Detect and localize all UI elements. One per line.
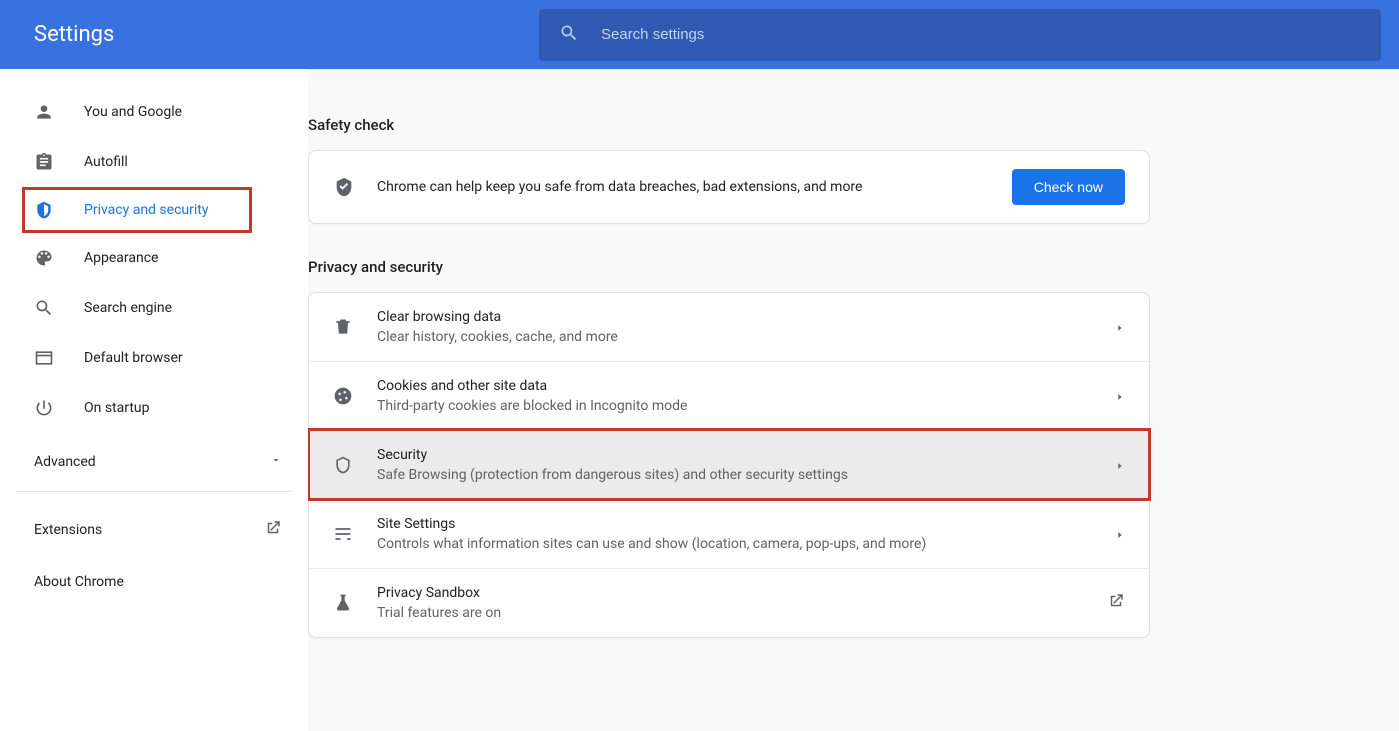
- row-site-settings[interactable]: Site Settings Controls what information …: [309, 499, 1149, 568]
- about-label: About Chrome: [34, 574, 124, 590]
- flask-icon: [333, 593, 377, 613]
- chevron-right-icon: [1115, 456, 1125, 475]
- row-sub: Third-party cookies are blocked in Incog…: [377, 398, 1115, 414]
- sidebar-item-autofill[interactable]: Autofill: [0, 137, 308, 187]
- open-external-icon: [1107, 592, 1125, 614]
- chevron-down-icon: [270, 454, 282, 470]
- row-cookies[interactable]: Cookies and other site data Third-party …: [309, 361, 1149, 430]
- shield-outline-icon: [333, 455, 377, 475]
- privacy-card: Clear browsing data Clear history, cooki…: [308, 292, 1150, 638]
- row-sub: Controls what information sites can use …: [377, 536, 1115, 552]
- power-icon: [34, 398, 84, 418]
- sidebar-item-label: Privacy and security: [84, 202, 208, 218]
- sliders-icon: [333, 524, 377, 544]
- advanced-label: Advanced: [34, 454, 96, 470]
- row-title: Site Settings: [377, 516, 1115, 532]
- check-now-button[interactable]: Check now: [1012, 169, 1125, 205]
- divider: [16, 491, 292, 492]
- sidebar-item-default-browser[interactable]: Default browser: [0, 333, 308, 383]
- safety-text: Chrome can help keep you safe from data …: [377, 179, 1012, 195]
- sidebar-item-privacy[interactable]: Privacy and security: [22, 187, 252, 233]
- shield-icon: [34, 200, 84, 220]
- row-title: Clear browsing data: [377, 309, 1115, 325]
- sidebar-item-label: Search engine: [84, 300, 172, 316]
- safety-card: Chrome can help keep you safe from data …: [308, 150, 1150, 224]
- sidebar-item-label: Appearance: [84, 250, 158, 266]
- chevron-right-icon: [1115, 525, 1125, 544]
- magnify-icon: [34, 298, 84, 318]
- privacy-heading: Privacy and security: [308, 258, 1150, 276]
- row-title: Privacy Sandbox: [377, 585, 1107, 601]
- palette-icon: [34, 248, 84, 268]
- row-privacy-sandbox[interactable]: Privacy Sandbox Trial features are on: [309, 568, 1149, 637]
- row-title: Cookies and other site data: [377, 378, 1115, 394]
- person-icon: [34, 102, 84, 122]
- sidebar-item-label: Autofill: [84, 154, 128, 170]
- search-input[interactable]: [601, 26, 1361, 43]
- chevron-right-icon: [1115, 318, 1125, 337]
- sidebar-about[interactable]: About Chrome: [0, 556, 308, 608]
- sidebar-advanced[interactable]: Advanced: [0, 433, 308, 491]
- row-security[interactable]: Security Safe Browsing (protection from …: [309, 430, 1149, 499]
- sidebar-item-label: You and Google: [84, 104, 182, 120]
- sidebar: You and Google Autofill Privacy and secu…: [0, 69, 308, 731]
- shield-check-icon: [333, 176, 377, 198]
- sidebar-item-search-engine[interactable]: Search engine: [0, 283, 308, 333]
- page-title: Settings: [34, 22, 539, 47]
- row-title: Security: [377, 447, 1115, 463]
- row-sub: Trial features are on: [377, 605, 1107, 621]
- sidebar-item-appearance[interactable]: Appearance: [0, 233, 308, 283]
- sidebar-item-on-startup[interactable]: On startup: [0, 383, 308, 433]
- chevron-right-icon: [1115, 387, 1125, 406]
- open-external-icon: [264, 519, 282, 541]
- row-clear-browsing-data[interactable]: Clear browsing data Clear history, cooki…: [309, 293, 1149, 361]
- sidebar-item-label: On startup: [84, 400, 150, 416]
- search-container[interactable]: [539, 9, 1381, 61]
- row-sub: Clear history, cookies, cache, and more: [377, 329, 1115, 345]
- sidebar-item-label: Default browser: [84, 350, 183, 366]
- cookie-icon: [333, 386, 377, 406]
- search-icon: [559, 23, 579, 47]
- safety-heading: Safety check: [308, 116, 1150, 134]
- window-icon: [34, 348, 84, 368]
- sidebar-extensions[interactable]: Extensions: [0, 504, 308, 556]
- app-header: Settings: [0, 0, 1399, 69]
- clipboard-icon: [34, 152, 84, 172]
- extensions-label: Extensions: [34, 522, 102, 538]
- trash-icon: [333, 317, 377, 337]
- content-area: Safety check Chrome can help keep you sa…: [308, 69, 1399, 731]
- sidebar-item-you-and-google[interactable]: You and Google: [0, 87, 308, 137]
- row-sub: Safe Browsing (protection from dangerous…: [377, 467, 1115, 483]
